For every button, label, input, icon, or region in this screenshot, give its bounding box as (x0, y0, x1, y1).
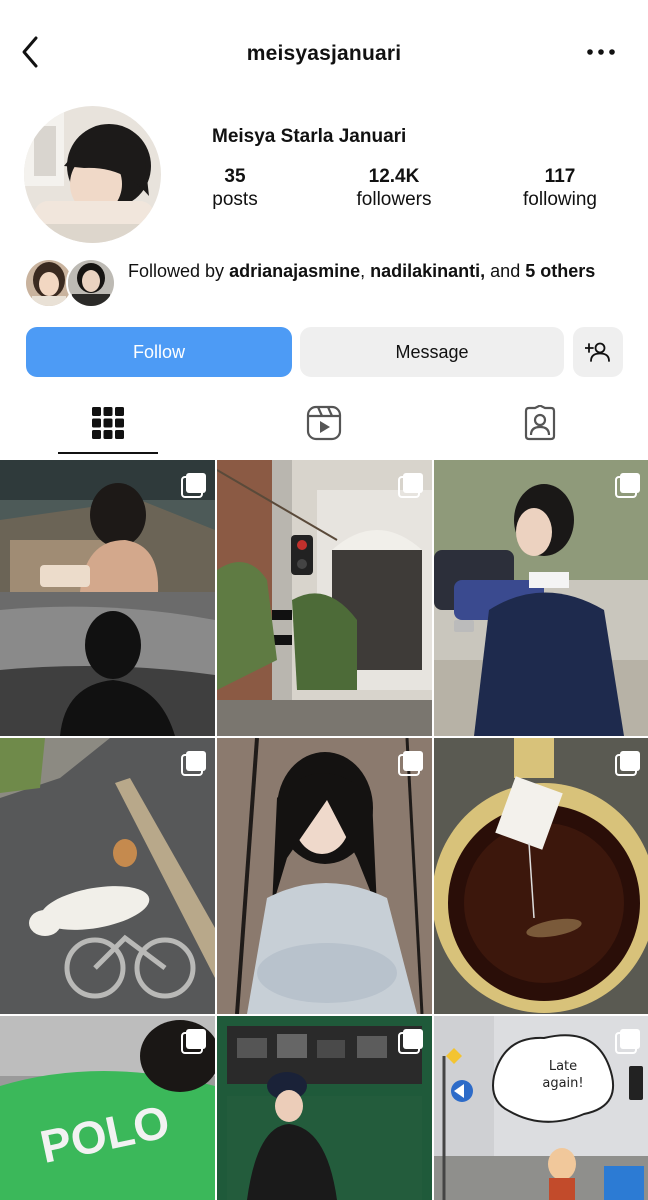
carousel-icon (398, 751, 423, 776)
mutual-user-link[interactable]: nadilakinanti, (370, 261, 485, 281)
profile-stats: 35 posts 12.4K followers 117 following (190, 166, 630, 220)
bubble-line-2: again! (542, 1076, 584, 1091)
tagged-user-icon (524, 405, 556, 441)
carousel-icon (615, 751, 640, 776)
top-bar: meisyasjanuari (0, 0, 648, 100)
profile-full-name: Meisya Starla Januari (212, 126, 407, 147)
carousel-icon (398, 1029, 423, 1054)
carousel-icon (615, 1029, 640, 1054)
carousel-icon (181, 1029, 206, 1054)
stat-followers[interactable]: 12.4K followers (329, 166, 459, 212)
carousel-icon (181, 473, 206, 498)
more-horizontal-icon (587, 49, 615, 55)
mutual-user-link[interactable]: adrianajasmine (229, 261, 360, 281)
carousel-icon (181, 751, 206, 776)
separator: and (485, 261, 526, 281)
grid-post[interactable] (0, 460, 215, 736)
profile-tabs (0, 392, 648, 456)
reels-icon (306, 405, 342, 441)
more-options-button[interactable] (584, 42, 618, 62)
message-button[interactable]: Message (300, 327, 564, 377)
following-label: following (523, 189, 597, 210)
grid-post[interactable] (0, 738, 215, 1014)
suggested-users-button[interactable] (573, 327, 623, 377)
followers-label: followers (356, 189, 432, 210)
mutual-others-link[interactable]: 5 others (525, 261, 595, 281)
grid-post[interactable] (217, 460, 432, 736)
separator: , (360, 261, 371, 281)
followed-by-prefix: Followed by (128, 261, 230, 281)
follow-button[interactable]: Follow (26, 327, 292, 377)
mutual-avatar (66, 258, 116, 308)
profile-username: meisyasjanuari (246, 42, 402, 65)
tab-reels[interactable] (274, 392, 374, 454)
bubble-line-1: Late (548, 1059, 578, 1074)
grid-post[interactable] (434, 460, 648, 736)
followed-by-text[interactable]: Followed by adrianajasmine, nadilakinant… (128, 259, 598, 283)
following-count: 117 (544, 166, 576, 187)
grid-post[interactable]: POLO (0, 1016, 215, 1200)
grid-post[interactable] (217, 1016, 432, 1200)
active-tab-indicator (58, 452, 158, 454)
grid-post[interactable] (217, 738, 432, 1014)
followers-count: 12.4K (368, 166, 420, 187)
carousel-icon (398, 473, 423, 498)
stat-posts[interactable]: 35 posts (170, 166, 300, 212)
stat-following[interactable]: 117 following (495, 166, 625, 212)
tab-tagged[interactable] (490, 392, 590, 454)
posts-label: posts (212, 189, 258, 210)
add-user-icon (585, 342, 610, 362)
grid-post[interactable] (434, 738, 648, 1014)
profile-avatar[interactable] (24, 106, 161, 243)
grid-icon (92, 407, 124, 439)
speech-bubble-text: Late again! (520, 1058, 606, 1092)
mutual-followers-avatars[interactable] (24, 258, 116, 308)
posts-count: 35 (224, 166, 246, 187)
carousel-icon (615, 473, 640, 498)
tab-posts-grid[interactable] (58, 392, 158, 454)
posts-grid: POLO Late again! (0, 460, 648, 1200)
grid-post[interactable]: Late again! (434, 1016, 648, 1200)
